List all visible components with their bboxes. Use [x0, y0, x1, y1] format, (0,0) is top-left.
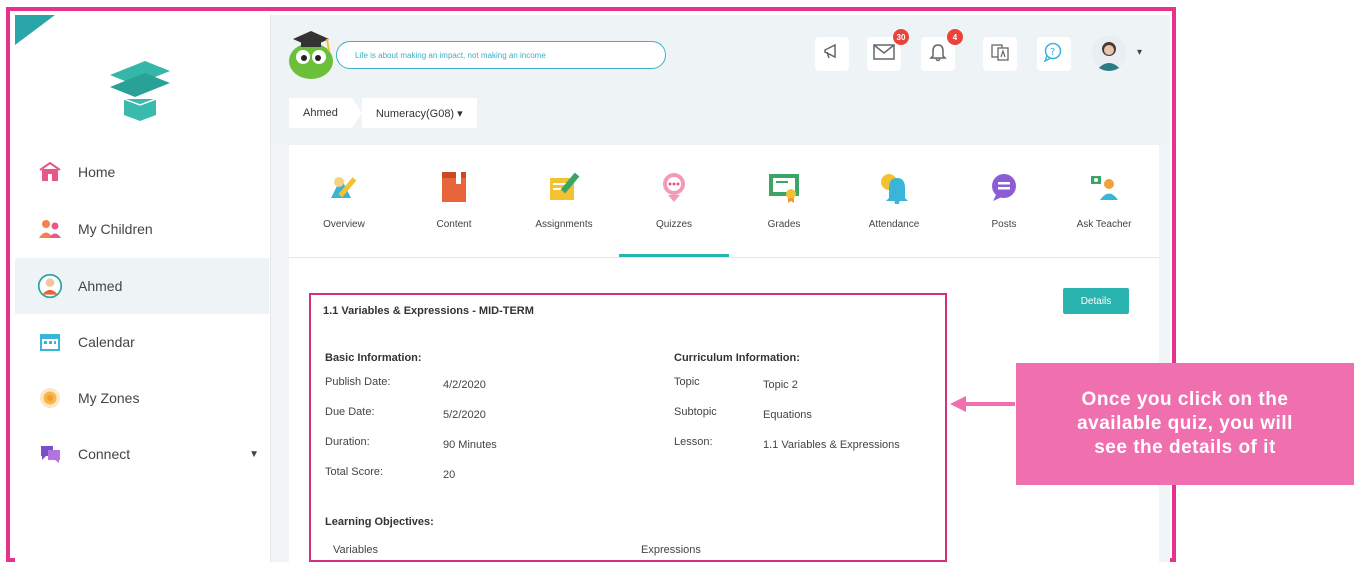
- duration-label: Duration:: [325, 436, 370, 448]
- attendance-bell-icon: [874, 167, 914, 207]
- callout-line: Once you click on the: [1081, 389, 1289, 410]
- duration-value: 90 Minutes: [443, 439, 497, 451]
- basic-info-heading: Basic Information:: [325, 352, 422, 364]
- sidebar-item-label: Calendar: [78, 334, 135, 350]
- sidebar-item-label: Connect: [78, 446, 131, 462]
- posts-chat-icon: [984, 167, 1024, 207]
- bell-icon: [928, 42, 948, 67]
- topic-label: Topic: [674, 376, 700, 388]
- tab-label: Quizzes: [655, 219, 693, 230]
- lesson-label: Lesson:: [674, 436, 713, 448]
- breadcrumb: Ahmed Numeracy(G08) ▾: [289, 98, 477, 128]
- sidebar-item-my-zones[interactable]: My Zones: [15, 370, 269, 426]
- tab-content[interactable]: Content: [399, 145, 509, 257]
- sidebar: Home My Children Ahmed Calendar My Zones: [15, 15, 271, 562]
- sidebar-item-label: Home: [78, 164, 116, 180]
- arrow-left-icon: [950, 396, 966, 412]
- tab-grades[interactable]: Grades: [729, 145, 839, 257]
- notifications-button[interactable]: 4: [921, 29, 963, 71]
- tab-label: Posts: [991, 219, 1017, 230]
- total-score-label: Total Score:: [325, 466, 384, 478]
- sidebar-item-label: Ahmed: [78, 278, 123, 294]
- chevron-down-icon[interactable]: ▼: [249, 449, 259, 460]
- ask-teacher-icon: [1084, 167, 1124, 207]
- callout-line: available quiz, you will: [1077, 413, 1293, 434]
- subtopic-value: Equations: [763, 409, 812, 421]
- tab-label: Overview: [323, 219, 365, 230]
- course-dropdown[interactable]: Numeracy(G08) ▾: [361, 98, 477, 128]
- certificate-icon: [764, 167, 804, 207]
- motivational-quote: Life is about making an impact, not maki…: [336, 41, 666, 69]
- sidebar-item-ahmed[interactable]: Ahmed: [15, 258, 269, 314]
- details-button[interactable]: Details: [1063, 288, 1129, 314]
- tab-bar: Overview Content Assignments Quizzes Gra…: [289, 145, 1159, 258]
- children-icon: [37, 216, 63, 242]
- tab-label: Ask Teacher: [1076, 219, 1132, 230]
- tab-ask-teacher[interactable]: Ask Teacher: [1049, 145, 1159, 257]
- sidebar-item-my-children[interactable]: My Children: [15, 201, 269, 257]
- learning-objectives-heading: Learning Objectives:: [325, 516, 434, 528]
- callout-line: see the details of it: [1094, 437, 1276, 458]
- curriculum-info-heading: Curriculum Information:: [674, 352, 800, 364]
- messages-button[interactable]: 30: [867, 29, 909, 71]
- tab-posts[interactable]: Posts: [949, 145, 1059, 257]
- publish-date-value: 4/2/2020: [443, 379, 486, 391]
- tab-assignments[interactable]: Assignments: [509, 145, 619, 257]
- objective-item: Expressions: [641, 544, 701, 556]
- messages-count-badge: 30: [893, 29, 909, 45]
- connect-icon: [37, 441, 63, 467]
- sidebar-item-connect[interactable]: Connect ▼: [15, 426, 269, 482]
- notifications-count-badge: 4: [947, 29, 963, 45]
- app-logo[interactable]: [90, 55, 190, 130]
- help-chat-icon: ?: [1043, 42, 1065, 67]
- zones-icon: [37, 385, 63, 411]
- tab-quizzes[interactable]: Quizzes: [619, 145, 729, 257]
- chevron-down-icon[interactable]: ▾: [1137, 47, 1142, 58]
- quiz-details-card[interactable]: 1.1 Variables & Expressions - MID-TERM B…: [309, 293, 947, 562]
- book-icon: [434, 167, 474, 207]
- assignment-icon: [544, 167, 584, 207]
- quiz-title: 1.1 Variables & Expressions - MID-TERM: [323, 305, 534, 317]
- svg-text:?: ?: [1050, 47, 1055, 58]
- subtopic-label: Subtopic: [674, 406, 717, 418]
- mail-icon: [873, 43, 895, 66]
- student-avatar-icon: [37, 273, 63, 299]
- breadcrumb-separator: [351, 98, 362, 128]
- sidebar-item-label: My Children: [78, 221, 153, 237]
- due-date-value: 5/2/2020: [443, 409, 486, 421]
- translate-icon: [990, 42, 1010, 67]
- callout-arrow-line: [965, 402, 1015, 406]
- topic-value: Topic 2: [763, 379, 798, 391]
- home-icon: [37, 159, 63, 185]
- mascot-icon: [281, 23, 341, 83]
- due-date-label: Due Date:: [325, 406, 375, 418]
- sidebar-item-label: My Zones: [78, 390, 140, 406]
- tab-label: Assignments: [535, 219, 593, 230]
- quiz-icon: [654, 167, 694, 207]
- calendar-icon: [37, 329, 63, 355]
- app-window: Home My Children Ahmed Calendar My Zones: [15, 15, 1170, 562]
- publish-date-label: Publish Date:: [325, 376, 391, 388]
- user-avatar[interactable]: [1091, 35, 1127, 71]
- help-button[interactable]: ?: [1037, 37, 1071, 71]
- tab-label: Content: [436, 219, 472, 230]
- tab-label: Attendance: [868, 219, 920, 230]
- tab-attendance[interactable]: Attendance: [839, 145, 949, 257]
- tab-label: Grades: [767, 219, 801, 230]
- tutorial-callout: Once you click on the available quiz, yo…: [1016, 363, 1354, 485]
- lesson-value: 1.1 Variables & Expressions: [763, 439, 900, 451]
- translate-button[interactable]: [983, 37, 1017, 71]
- corner-badge: [15, 15, 55, 45]
- top-bar: Life is about making an impact, not maki…: [271, 15, 1170, 145]
- announcements-button[interactable]: [815, 37, 849, 71]
- megaphone-icon: [822, 42, 842, 67]
- sidebar-item-home[interactable]: Home: [15, 144, 269, 200]
- breadcrumb-student[interactable]: Ahmed: [289, 98, 352, 128]
- objective-item: Variables: [333, 544, 379, 556]
- total-score-value: 20: [443, 469, 456, 481]
- sidebar-item-calendar[interactable]: Calendar: [15, 314, 269, 370]
- overview-icon: [324, 167, 364, 207]
- tab-overview[interactable]: Overview: [289, 145, 399, 257]
